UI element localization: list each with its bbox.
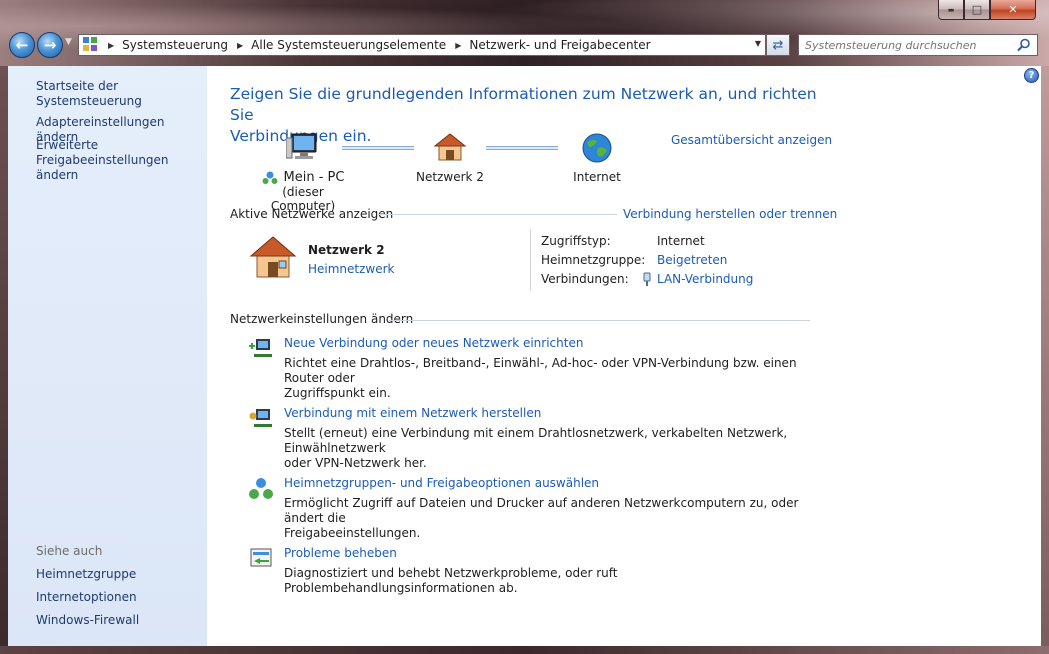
control-panel-icon [83,37,99,53]
task-desc-line: Stellt (erneut) eine Verbindung mit eine… [284,426,788,455]
active-networks-heading: Aktive Netzwerke anzeigen [230,207,394,221]
task-desc-line: Zugriffspunkt ein. [284,386,391,400]
help-icon[interactable]: ? [1024,68,1039,83]
homegroup-label: Heimnetzgruppe: [541,253,646,267]
chevron-down-icon: ▼ [65,37,72,47]
map-internet[interactable]: Internet [557,132,637,184]
page-title-line1: Zeigen Sie die grundlegenden Information… [230,85,817,124]
lan-cable-icon [643,272,651,286]
search-icon[interactable] [1017,38,1031,52]
access-type-value: Internet [657,234,705,248]
task-connect-network-desc: Stellt (erneut) eine Verbindung mit eine… [284,426,814,471]
overview-link[interactable]: Gesamtübersicht anzeigen [671,133,832,147]
map-network[interactable]: Netzwerk 2 [408,132,492,184]
search-box [798,34,1038,56]
internet-globe-icon [582,133,612,163]
window-title-bar [0,0,1049,66]
sidebar-link-freigabeeinstellungen[interactable]: Freigabeeinstellungen ändern [36,153,207,183]
caption-buttons: ▬ □ ✕ [938,0,1036,20]
computer-icon [286,133,317,159]
window-border-bottom [0,646,1049,654]
connections-label: Verbindungen: [541,272,629,286]
task-new-connection-desc: Richtet eine Drahtlos-, Breitband-, Einw… [284,356,814,401]
lan-connection-link[interactable]: LAN-Verbindung [657,272,753,286]
arrow-right-icon: → [43,36,57,54]
network-globe-icon [262,171,278,184]
map-computer-name: Mein - PC [283,170,345,185]
task-desc-line: Ermöglicht Zugriff auf Dateien und Druck… [284,496,799,525]
access-type-label: Zugriffstyp: [541,234,611,248]
task-new-connection-link[interactable]: Neue Verbindung oder neues Netzwerk einr… [284,336,583,350]
close-button[interactable]: ✕ [990,0,1036,20]
task-desc-line: oder VPN-Netzwerk her. [284,456,427,470]
close-icon: ✕ [1008,3,1018,16]
connect-disconnect-link[interactable]: Verbindung herstellen oder trennen [623,207,837,221]
task-desc-line: Freigabeeinstellungen. [284,526,421,540]
recent-pages-button[interactable]: ▼ [65,37,72,47]
window-border-left [0,66,8,654]
back-button[interactable]: ← [9,32,35,58]
sidebar-link-erweiterte[interactable]: Erweiterte [36,138,98,153]
troubleshoot-icon [250,548,272,567]
see-also-heading: Siehe auch [36,544,103,558]
sidebar: Startseite der Systemsteuerung Adapterei… [8,66,207,646]
address-dropdown-icon[interactable]: ▼ [755,39,761,48]
breadcrumb-alle-elemente[interactable]: Alle Systemsteuerungselemente [251,38,446,52]
task-troubleshoot-desc: Diagnostiziert und behebt Netzwerkproble… [284,566,814,596]
section-divider [389,320,810,321]
connect-network-icon [249,409,272,427]
task-desc-line: Diagnostiziert und behebt Netzwerkproble… [284,566,618,595]
main-panel: ? Zeigen Sie die grundlegenden Informati… [207,66,1041,646]
network-type-link[interactable]: Heimnetzwerk [308,262,395,276]
refresh-icon: ⇄ [772,37,784,53]
homegroup-sharing-icon [249,478,273,499]
refresh-button[interactable]: ⇄ [766,34,790,56]
breadcrumb: Systemsteuerung ▶ Alle Systemsteuerungse… [122,38,650,52]
map-computer[interactable]: Mein - PC (dieser Computer) [257,132,349,213]
task-troubleshoot-link[interactable]: Probleme beheben [284,546,397,560]
see-also-internetoptionen[interactable]: Internetoptionen [36,590,137,605]
breadcrumb-systemsteuerung[interactable]: Systemsteuerung [122,38,228,52]
see-also-heimnetzgruppe[interactable]: Heimnetzgruppe [36,567,136,582]
search-input[interactable] [805,36,1015,54]
chevron-right-icon[interactable]: ▶ [237,41,243,50]
see-also-windows-firewall[interactable]: Windows-Firewall [36,613,139,628]
task-desc-line: Richtet eine Drahtlos-, Breitband-, Einw… [284,356,797,385]
homegroup-link[interactable]: Beigetreten [657,253,727,267]
home-network-icon [433,133,467,161]
minimize-button[interactable]: ▬ [938,0,964,20]
map-connection-line [486,146,558,150]
address-bar[interactable]: ▶ Systemsteuerung ▶ Alle Systemsteuerung… [78,34,766,56]
chevron-right-icon[interactable]: ▶ [108,41,114,50]
maximize-icon: □ [971,3,983,16]
sidebar-link-startseite[interactable]: Startseite der Systemsteuerung [36,79,207,109]
window-border-right [1041,66,1049,654]
home-network-icon [249,236,297,278]
chevron-right-icon[interactable]: ▶ [455,41,461,50]
task-homegroup-desc: Ermöglicht Zugriff auf Dateien und Druck… [284,496,814,541]
section-divider [377,214,617,215]
minimize-icon: ▬ [947,5,955,14]
map-network-label: Netzwerk 2 [416,170,484,184]
forward-button[interactable]: → [37,32,63,58]
task-homegroup-link[interactable]: Heimnetzgruppen- und Freigabeoptionen au… [284,476,599,490]
change-settings-heading: Netzwerkeinstellungen ändern [230,312,414,326]
new-connection-icon [249,339,272,357]
task-connect-network-link[interactable]: Verbindung mit einem Netzwerk herstellen [284,406,541,420]
maximize-button[interactable]: □ [964,0,990,20]
breadcrumb-netzwerkcenter[interactable]: Netzwerk- und Freigabecenter [469,38,650,52]
map-connection-line [342,146,414,150]
vertical-divider [530,229,531,291]
network-name: Netzwerk 2 [308,243,385,257]
map-internet-label: Internet [573,170,621,184]
arrow-left-icon: ← [15,36,29,54]
